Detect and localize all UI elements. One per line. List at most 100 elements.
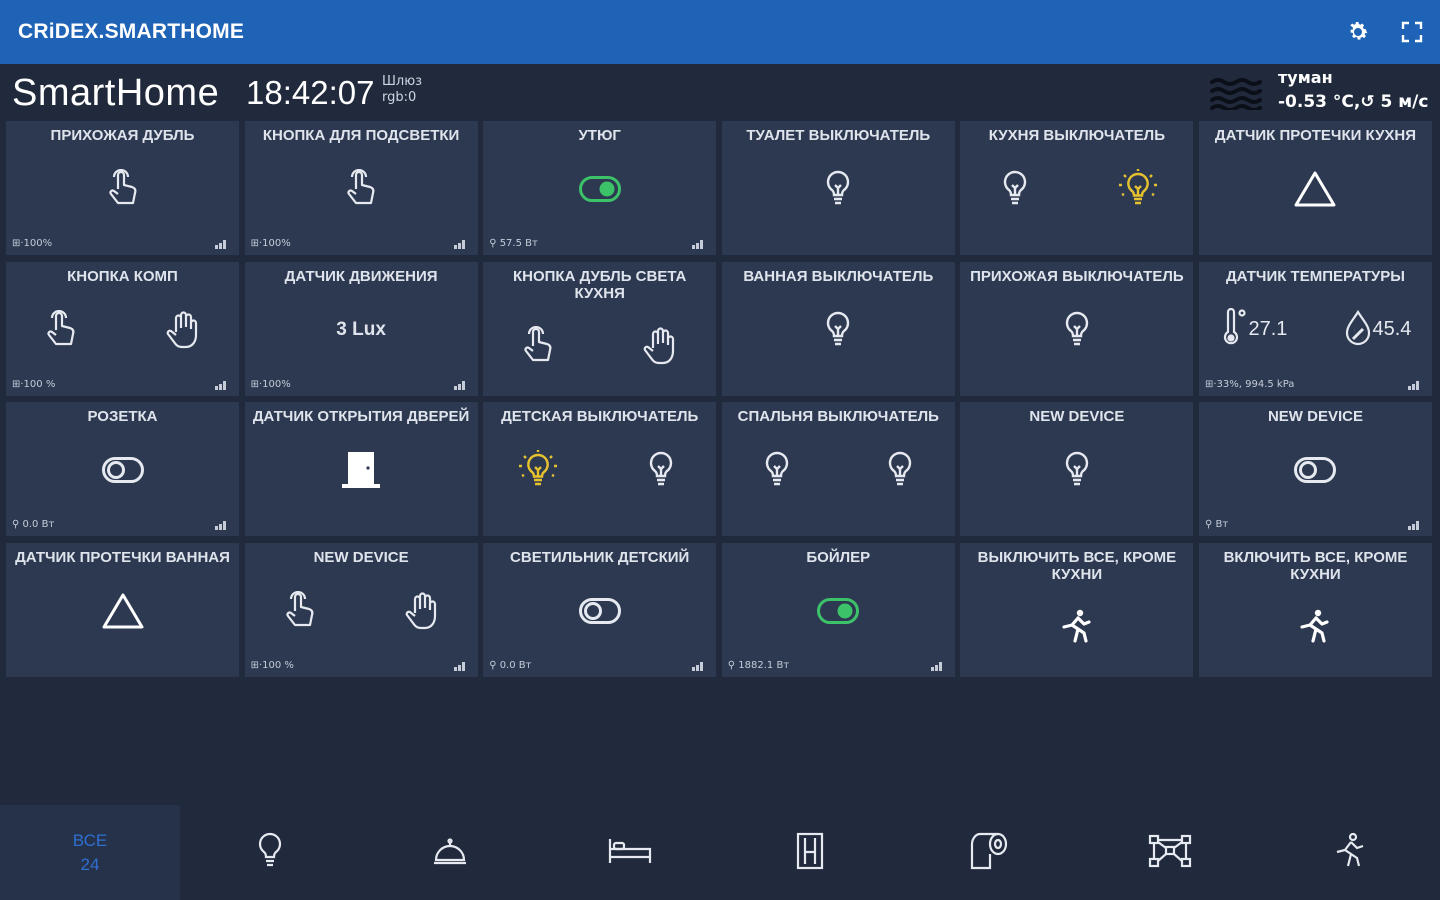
- device-tile[interactable]: ПРИХОЖАЯ ВЫКЛЮЧАТЕЛЬ: [960, 261, 1194, 396]
- toggle-off-icon[interactable]: [483, 583, 716, 639]
- device-tile[interactable]: СВЕТИЛЬНИК ДЕТСКИЙ ⚲ 0.0 Вт: [483, 543, 717, 678]
- tab-bedroom[interactable]: [540, 805, 720, 900]
- fullscreen-icon[interactable]: [1398, 18, 1426, 46]
- settings-gear-icon[interactable]: [1344, 18, 1372, 46]
- signal-strength-icon: [930, 662, 945, 672]
- device-name: КНОПКА ДЛЯ ПОДСВЕТКИ: [262, 127, 460, 144]
- device-name: ВЫКЛЮЧИТЬ ВСЕ, КРОМЕ КУХНИ: [977, 549, 1177, 584]
- hand-open-icon[interactable]: [398, 583, 448, 639]
- device-tile[interactable]: КНОПКА ДЛЯ ПОДСВЕТКИ ⊞·100%: [244, 121, 478, 255]
- hand-tap-icon[interactable]: [275, 583, 325, 639]
- device-name: КНОПКА КОМП: [67, 267, 178, 285]
- humidity-reading: 45.4: [1332, 302, 1422, 358]
- device-tile[interactable]: ТУАЛЕТ ВЫКЛЮЧАТЕЛЬ: [721, 121, 955, 255]
- status-bar: SmartHome 18:42:07 Шлюз rgb:0 туман -0.5…: [0, 64, 1440, 120]
- device-tile[interactable]: ДЕТСКАЯ ВЫКЛЮЧАТЕЛЬ: [483, 402, 717, 537]
- bulb-off-icon[interactable]: [752, 442, 802, 498]
- device-tile[interactable]: ДАТЧИК ПРОТЕЧКИ КУХНЯ: [1198, 121, 1432, 255]
- bulb-off-icon[interactable]: [960, 442, 1193, 498]
- tab-all-label: ВСЕ: [72, 830, 108, 850]
- device-footer-info: ⚲ 0.0 Вт: [489, 660, 532, 672]
- signal-strength-icon: [453, 380, 468, 390]
- warning-triangle-icon[interactable]: [1199, 161, 1432, 217]
- tab-motion[interactable]: [1260, 805, 1440, 900]
- device-tile[interactable]: РОЗЕТКА ⚲ 0.0 Вт: [6, 402, 239, 537]
- bulb-off-icon[interactable]: [875, 442, 925, 498]
- motion-icon: [1333, 832, 1367, 874]
- bulb-off-icon[interactable]: [990, 161, 1040, 217]
- toggle-on-icon[interactable]: [722, 583, 955, 639]
- device-tile[interactable]: БОЙЛЕР ⚲ 1882.1 Вт: [721, 543, 955, 678]
- device-tile[interactable]: ДАТЧИК ОТКРЫТИЯ ДВЕРЕЙ: [244, 402, 478, 537]
- toggle-off-icon[interactable]: [1199, 442, 1432, 498]
- bulb-on-icon[interactable]: [513, 442, 563, 498]
- signal-strength-icon: [1407, 521, 1422, 531]
- weather-condition: туман: [1278, 68, 1333, 87]
- tab-bathroom[interactable]: [900, 805, 1080, 900]
- temperature-value: 27.1: [1248, 318, 1288, 341]
- hand-tap-icon[interactable]: [245, 161, 478, 217]
- hand-open-icon[interactable]: [159, 302, 209, 358]
- device-tile[interactable]: NEW DEVICE ⚲ Вт: [1198, 402, 1432, 537]
- running-man-icon[interactable]: [1199, 599, 1432, 655]
- clock: 18:42:07: [246, 74, 375, 111]
- device-tile[interactable]: NEW DEVICE ⊞·100 %: [244, 543, 478, 678]
- hand-tap-icon[interactable]: [6, 161, 239, 217]
- device-footer-info: ⚲ Вт: [1204, 519, 1229, 531]
- running-man-icon[interactable]: [960, 599, 1193, 655]
- signal-strength-icon: [453, 662, 468, 672]
- device-tile[interactable]: ДАТЧИК ТЕМПЕРАТУРЫ 27.1 45.4 ⊞·33%, 994.5 k…: [1198, 261, 1432, 396]
- brand-logo: SmartHome: [12, 72, 220, 114]
- device-tile[interactable]: КУХНЯ ВЫКЛЮЧАТЕЛЬ: [960, 121, 1194, 255]
- gateway-info: Шлюз rgb:0: [382, 74, 422, 106]
- bulb-icon: [254, 831, 286, 875]
- device-tile[interactable]: ДАТЧИК ПРОТЕЧКИ ВАННАЯ: [6, 543, 239, 678]
- humidity-drop-icon: [1343, 309, 1373, 350]
- device-grid: ПРИХОЖАЯ ДУБЛЬ ⊞·100% КНОПКА ДЛЯ ПОДСВЕТКИ…: [6, 121, 1432, 678]
- signal-strength-icon: [453, 240, 468, 249]
- device-tile[interactable]: ВЫКЛЮЧИТЬ ВСЕ, КРОМЕ КУХНИ: [960, 543, 1194, 678]
- device-tile[interactable]: ПРИХОЖАЯ ДУБЛЬ ⊞·100%: [6, 121, 239, 255]
- lux-value: 3 Lux: [336, 318, 386, 340]
- device-tile[interactable]: КНОПКА ДУБЛЬ СВЕТА КУХНЯ: [483, 261, 717, 396]
- bed-icon: [607, 837, 653, 869]
- bulb-on-icon[interactable]: [1113, 161, 1163, 217]
- tab-doors[interactable]: [720, 805, 900, 900]
- toilet-paper-icon: [970, 832, 1010, 874]
- door-icon[interactable]: [245, 442, 478, 498]
- device-tile[interactable]: ВКЛЮЧИТЬ ВСЕ, КРОМЕ КУХНИ: [1198, 543, 1432, 678]
- hand-tap-icon[interactable]: [513, 318, 563, 374]
- weather-value: -0.53 °C,↺ 5 м/с: [1278, 92, 1429, 112]
- device-tile[interactable]: УТЮГ ⚲ 57.5 Вт: [483, 121, 717, 255]
- device-tile[interactable]: СПАЛЬНЯ ВЫКЛЮЧАТЕЛЬ: [721, 402, 955, 537]
- device-tile[interactable]: КНОПКА КОМП ⊞·100 %: [6, 261, 239, 396]
- hand-tap-icon[interactable]: [36, 302, 86, 358]
- toggle-on-icon[interactable]: [483, 161, 716, 217]
- bulb-off-icon[interactable]: [722, 161, 955, 217]
- toggle-off-icon[interactable]: [6, 442, 239, 498]
- device-name: ТУАЛЕТ ВЫКЛЮЧАТЕЛЬ: [746, 127, 931, 144]
- tab-all-count: 24: [80, 854, 100, 874]
- device-name: КНОПКА ДУБЛЬ СВЕТА КУХНЯ: [512, 267, 687, 302]
- tab-all[interactable]: ВСЕ 24: [0, 805, 180, 900]
- device-name: ПРИХОЖАЯ ВЫКЛЮЧАТЕЛЬ: [970, 267, 1184, 285]
- device-tile[interactable]: ДАТЧИК ДВИЖЕНИЯ 3 Lux ⊞·100%: [244, 261, 478, 396]
- device-footer-info: ⊞·100%: [12, 238, 53, 249]
- bulb-off-icon[interactable]: [636, 442, 686, 498]
- device-tile[interactable]: NEW DEVICE: [960, 402, 1194, 537]
- device-footer-info: ⊞·100%: [250, 238, 291, 249]
- tab-lights[interactable]: [180, 805, 360, 900]
- tab-scenarios[interactable]: [1080, 805, 1260, 900]
- device-footer-info: ⚲ 0.0 Вт: [12, 519, 55, 531]
- device-name: NEW DEVICE: [313, 549, 409, 567]
- device-tile[interactable]: ВАННАЯ ВЫКЛЮЧАТЕЛЬ: [721, 261, 955, 396]
- device-name: БОЙЛЕР: [806, 549, 871, 567]
- app-bar: CRiDEX.SMARTHOME: [0, 0, 1440, 64]
- bulb-off-icon[interactable]: [722, 302, 955, 358]
- warning-triangle-icon[interactable]: [6, 583, 239, 639]
- device-footer-info: ⚲ 1882.1 Вт: [727, 660, 790, 672]
- bulb-off-icon[interactable]: [960, 302, 1193, 358]
- device-name: СВЕТИЛЬНИК ДЕТСКИЙ: [510, 549, 690, 567]
- hand-open-icon[interactable]: [636, 318, 686, 374]
- tab-service[interactable]: [360, 805, 540, 900]
